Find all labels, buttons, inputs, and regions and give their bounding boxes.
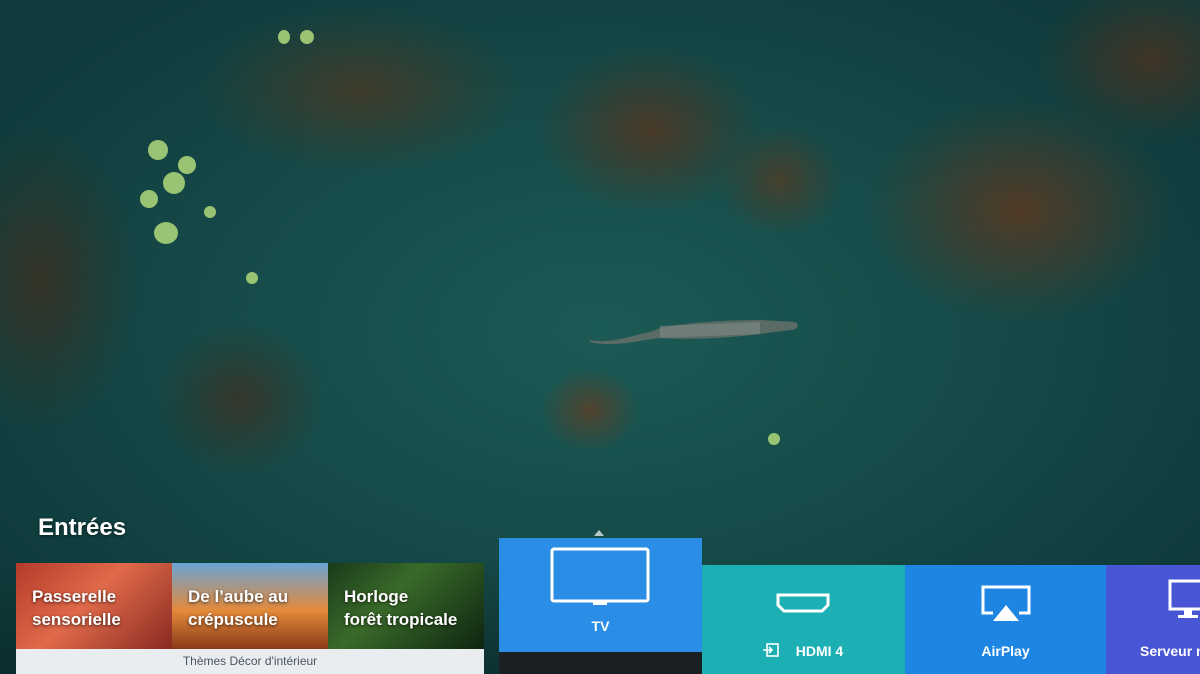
- lily-pad: [278, 30, 290, 44]
- lily-pad: [148, 140, 168, 160]
- source-tile-hdmi4[interactable]: HDMI 4: [702, 565, 905, 674]
- theme-tile-passerelle[interactable]: Passerelle sensorielle: [16, 563, 172, 649]
- lily-pad: [163, 172, 185, 194]
- source-tile-server[interactable]: Serveur m: [1106, 565, 1200, 674]
- lily-pad: [204, 206, 216, 218]
- source-label-airplay: AirPlay: [981, 643, 1030, 659]
- theme-label-line1: De l’aube au: [188, 587, 289, 606]
- theme-tile-horloge[interactable]: Horloge forêt tropicale: [328, 563, 484, 649]
- source-label-hdmi4: HDMI 4: [795, 643, 844, 659]
- theme-tile-aube[interactable]: De l’aube au crépuscule: [172, 563, 328, 649]
- crocodile-illustration: [590, 320, 798, 345]
- source-label-server: Serveur m: [1140, 643, 1200, 659]
- lily-pad: [154, 222, 178, 244]
- tv-tile-shadow: [499, 652, 702, 674]
- theme-label-line1: Passerelle: [32, 587, 117, 606]
- source-tile-airplay[interactable]: AirPlay: [905, 565, 1106, 674]
- source-tile-tv[interactable]: TV: [499, 538, 702, 652]
- tv-icon: [550, 547, 650, 605]
- lily-pad: [300, 30, 314, 44]
- theme-label-line1: Horloge: [344, 587, 409, 606]
- themes-footer[interactable]: Thèmes Décor d'intérieur: [16, 649, 484, 674]
- source-label-tv: TV: [591, 618, 610, 634]
- section-title: Entrées: [38, 514, 127, 541]
- lily-pad: [140, 190, 158, 208]
- airplay-icon: [981, 585, 1031, 621]
- themes-group: Passerelle sensorielle De l’aube au crép…: [16, 563, 484, 674]
- lily-pad: [768, 433, 780, 445]
- theme-label-line2: crépuscule: [188, 610, 278, 629]
- monitor-icon: [1168, 579, 1200, 618]
- lily-pad: [246, 272, 258, 284]
- theme-label-line2: sensorielle: [32, 610, 121, 629]
- lily-pad: [178, 156, 196, 174]
- selection-caret: [594, 530, 604, 536]
- hdmi-icon: [776, 593, 830, 613]
- theme-label-line2: forêt tropicale: [344, 610, 458, 629]
